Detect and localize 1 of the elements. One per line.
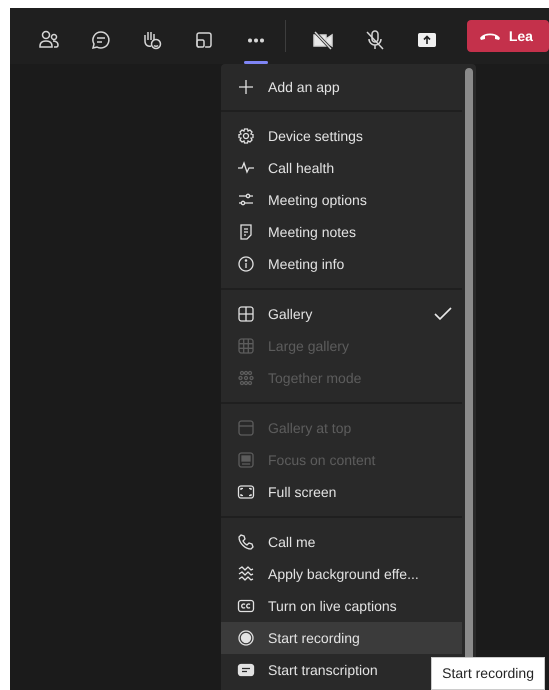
tooltip: Start recording: [431, 657, 545, 690]
